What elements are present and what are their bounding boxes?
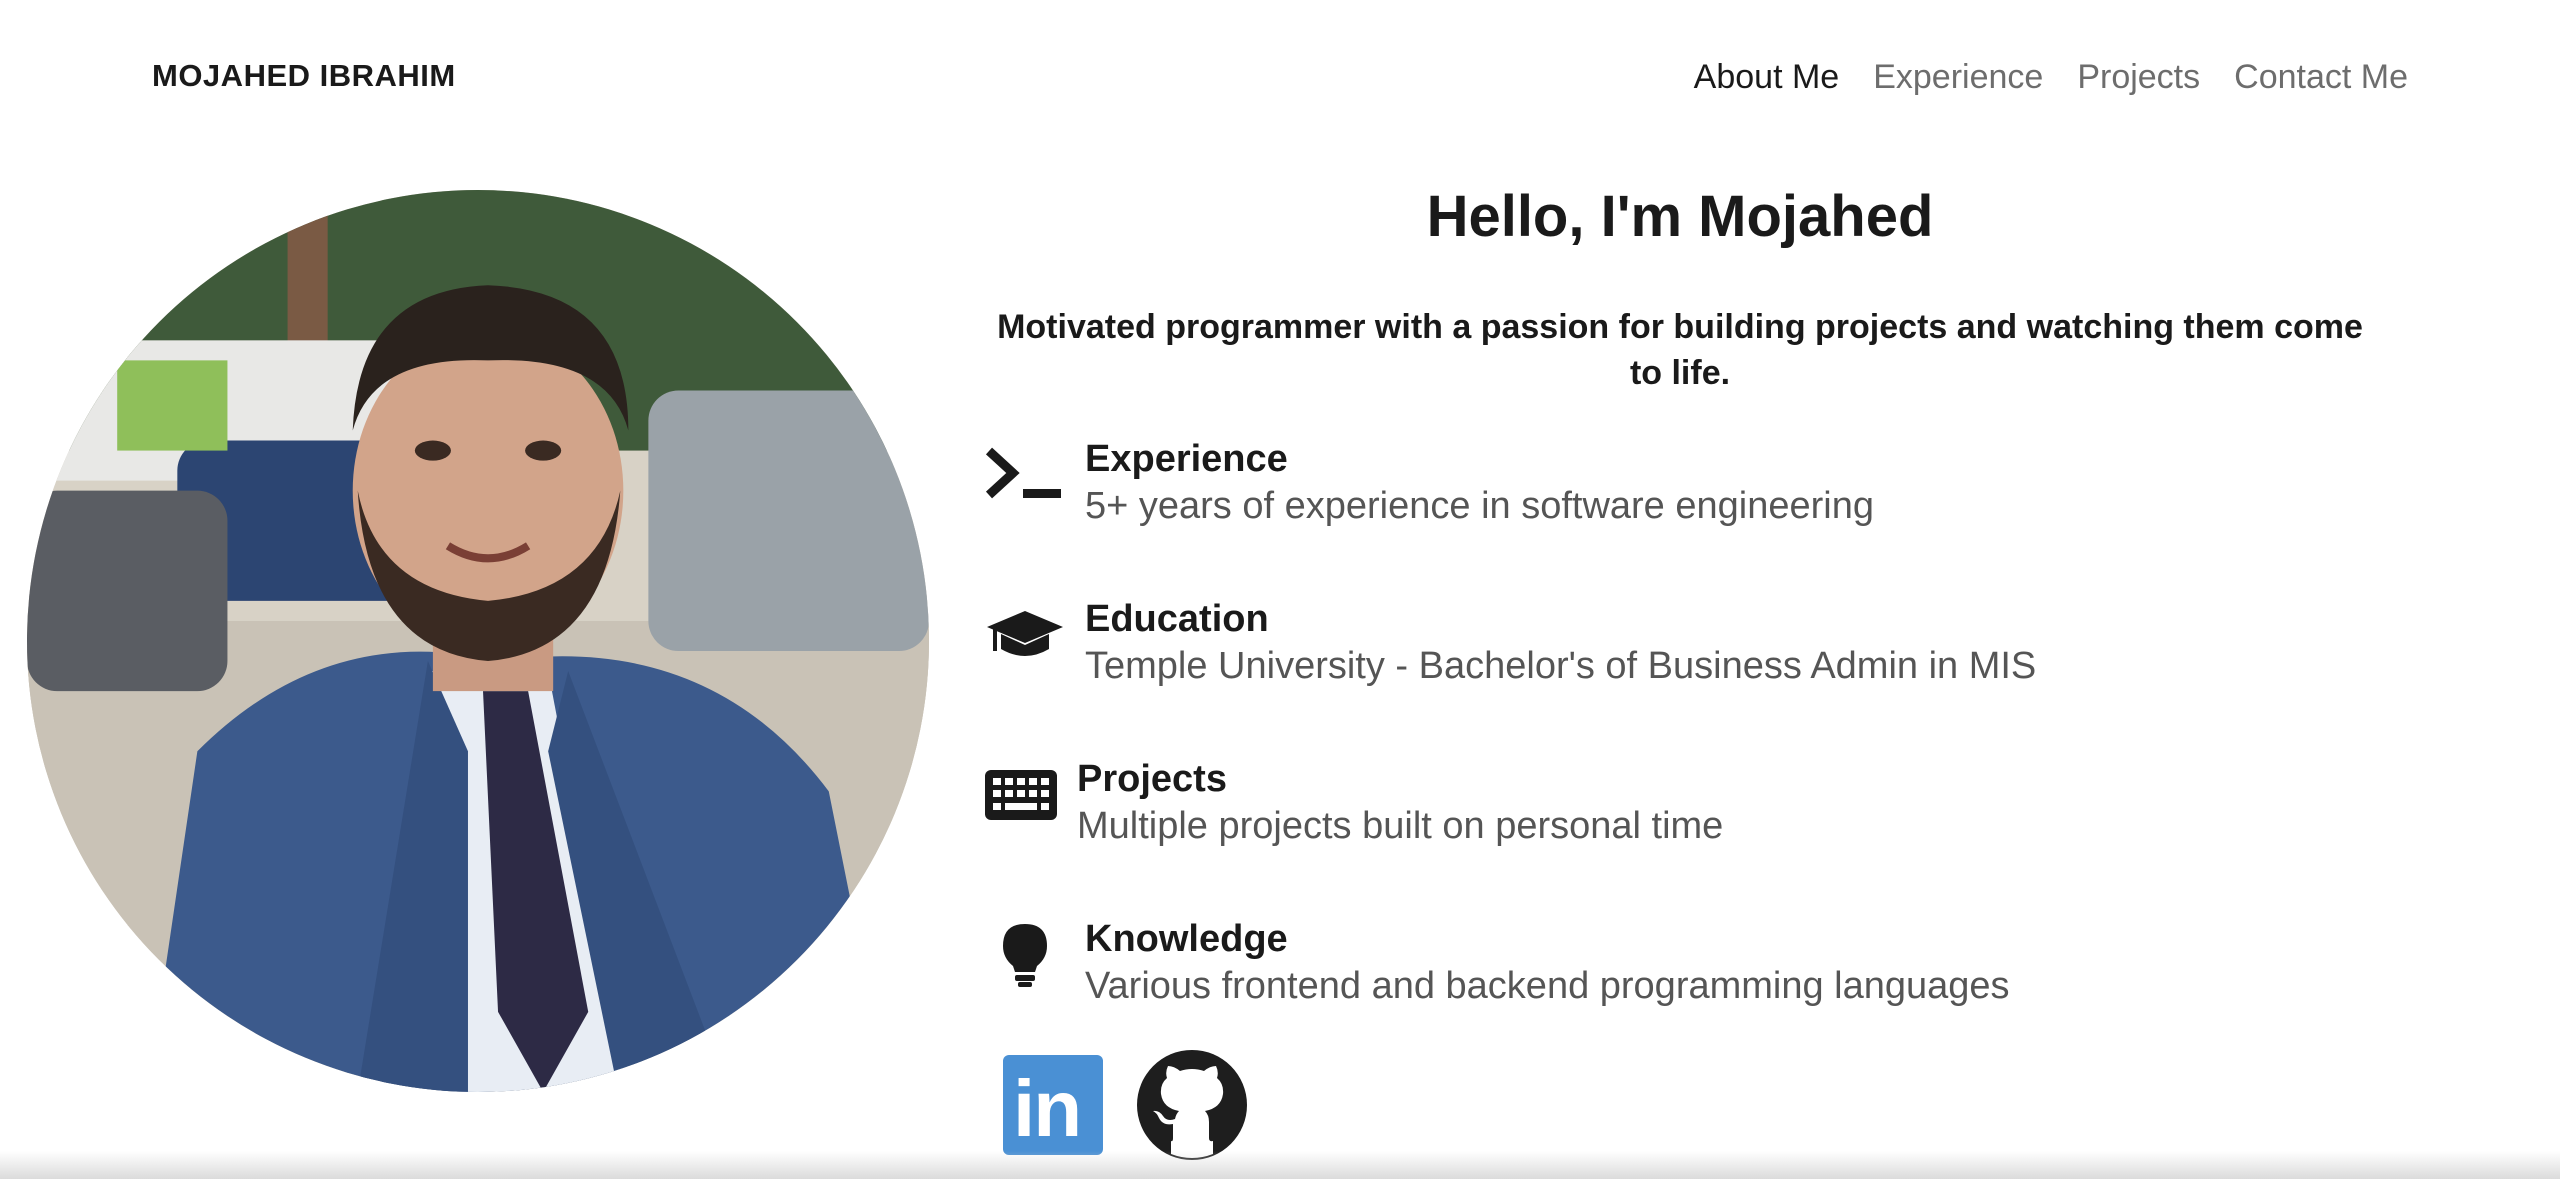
feature-projects: Projects Multiple projects built on pers… [985, 756, 1723, 850]
main-nav: About Me Experience Projects Contact Me [1694, 58, 2408, 97]
feature-title: Experience [1085, 438, 1288, 480]
feature-knowledge: Knowledge Various frontend and backend p… [985, 916, 2010, 1010]
feature-description: Various frontend and backend programming… [1085, 965, 2010, 1007]
site-brand[interactable]: MOJAHED IBRAHIM [152, 58, 456, 94]
keyboard-icon [985, 760, 1059, 830]
graduation-cap-icon [985, 600, 1067, 670]
feature-experience: Experience 5+ years of experience in sof… [985, 436, 1874, 530]
feature-title: Education [1085, 598, 1269, 640]
nav-about-me[interactable]: About Me [1694, 58, 1840, 97]
lightbulb-icon [985, 920, 1067, 990]
feature-description: Temple University - Bachelor's of Busine… [1085, 645, 2037, 687]
github-icon[interactable] [1137, 1050, 1247, 1160]
nav-experience[interactable]: Experience [1873, 58, 2043, 97]
profile-photo [27, 190, 929, 1092]
feature-description: 5+ years of experience in software engin… [1085, 485, 1874, 527]
profile-photo-illustration [27, 190, 929, 1092]
nav-projects[interactable]: Projects [2077, 58, 2200, 97]
feature-education: Education Temple University - Bachelor's… [985, 596, 2036, 690]
hero-subtitle: Motivated programmer with a passion for … [997, 308, 2363, 392]
page: MOJAHED IBRAHIM About Me Experience Proj… [0, 0, 2560, 1179]
linkedin-logo-text: in [1013, 1064, 1082, 1153]
linkedin-icon[interactable]: in [1003, 1055, 1103, 1155]
hero-title: Hello, I'm Mojahed [1426, 184, 1934, 249]
terminal-icon [985, 440, 1067, 510]
feature-description: Multiple projects built on personal time [1077, 805, 1724, 847]
feature-title: Projects [1077, 758, 1227, 800]
bottom-shadow [0, 1151, 2560, 1179]
nav-contact-me[interactable]: Contact Me [2234, 58, 2408, 97]
feature-title: Knowledge [1085, 918, 1288, 960]
social-links: in [1003, 1050, 1247, 1160]
